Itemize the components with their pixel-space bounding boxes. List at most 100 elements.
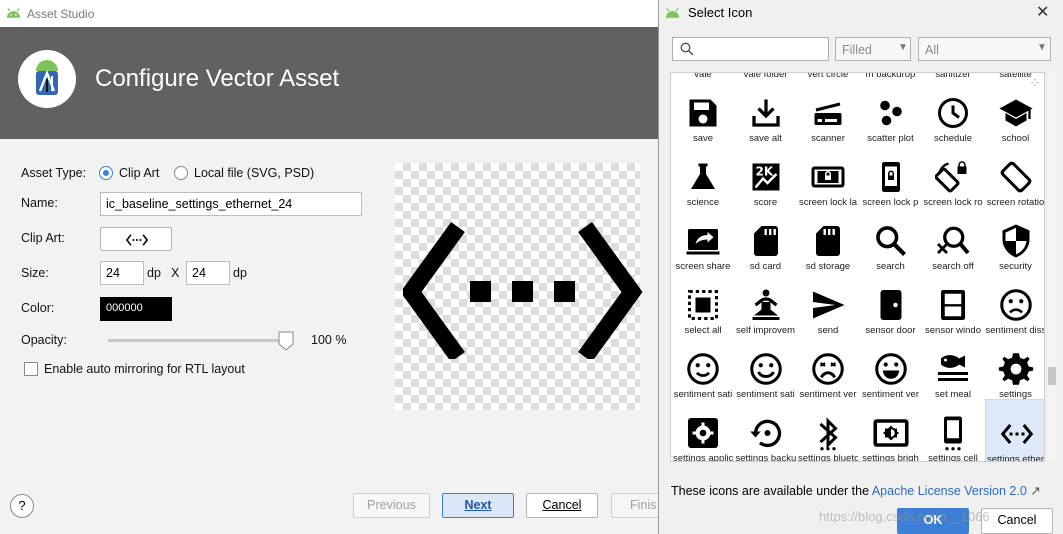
icon-grid-cell[interactable]: sensor door <box>860 271 922 336</box>
icon-grid-cell[interactable]: screen lock ro <box>922 143 984 208</box>
clip-art-radio-label[interactable]: Clip Art <box>119 166 159 180</box>
school-icon <box>999 99 1032 127</box>
icon-grid-cell[interactable]: send <box>797 271 859 336</box>
icon-grid-cell[interactable]: search off <box>922 207 984 272</box>
save-icon <box>689 99 717 127</box>
android-icon <box>665 7 680 18</box>
icon-grid-cell[interactable]: screen rotatio <box>985 143 1044 208</box>
license-text: These icons are available under the <box>671 484 870 498</box>
icon-grid-cell[interactable]: vert circle <box>797 73 859 80</box>
self-improvement-icon <box>752 289 779 320</box>
icon-grid-cell[interactable]: sentiment ver <box>797 335 859 400</box>
icon-grid-cell[interactable]: screen lock p <box>860 143 922 208</box>
style-dropdown-value: Filled <box>842 43 872 57</box>
sentiment-very-dissatisfied-icon <box>812 353 844 385</box>
icon-grid-cell[interactable]: sentiment diss <box>985 271 1044 336</box>
settings-bluetooth-icon <box>819 417 838 451</box>
local-file-radio-label[interactable]: Local file (SVG, PSD) <box>194 166 314 180</box>
icon-grid-cell[interactable]: sensor windo <box>922 271 984 336</box>
icon-grid-cell[interactable]: security <box>985 207 1045 272</box>
settings-ethernet-icon <box>403 222 643 359</box>
search-icon <box>875 226 906 256</box>
icon-grid-cell[interactable]: sd storage <box>797 207 859 272</box>
asset-studio-window: Asset Studio Configure Vector Asset Asse… <box>0 0 671 534</box>
icon-grid-scrollbar[interactable] <box>1048 72 1056 462</box>
window-title: Asset Studio <box>27 7 95 21</box>
icon-grid-cell[interactable]: sanitizer <box>922 73 984 80</box>
android-studio-logo <box>18 50 76 108</box>
opacity-slider-thumb[interactable] <box>278 331 294 351</box>
style-dropdown[interactable]: Filled ▼ <box>835 37 911 61</box>
icon-grid-cell[interactable]: save alt <box>735 79 797 144</box>
icon-grid-cell[interactable]: vale <box>672 73 734 80</box>
opacity-label: Opacity: <box>21 333 67 347</box>
icon-grid-cell[interactable]: 2K score <box>735 143 797 208</box>
icon-grid-cell[interactable]: vale folder <box>735 73 797 80</box>
scrollbar-thumb[interactable] <box>1048 367 1056 385</box>
icon-grid-cell[interactable]: screen share <box>672 207 734 272</box>
local-file-radio[interactable] <box>174 166 188 180</box>
icon-grid-cell[interactable]: settings cell <box>922 399 984 461</box>
icon-grid-cell[interactable]: settings backu <box>735 399 797 461</box>
close-icon[interactable]: ✕ <box>1036 2 1049 22</box>
license-link[interactable]: Apache License Version 2.0 <box>872 484 1027 498</box>
external-link-icon: ↗ <box>1030 484 1041 498</box>
name-input[interactable]: ic_baseline_settings_ethernet_24 <box>100 192 362 216</box>
previous-button[interactable]: Previous <box>353 493 430 518</box>
screen-lock-portrait-icon <box>881 162 900 192</box>
sd-card-icon <box>753 226 778 256</box>
dialog-cancel-button[interactable]: Cancel <box>981 508 1053 534</box>
icon-grid-cell[interactable]: sentiment sati <box>672 335 734 400</box>
color-swatch[interactable]: 000000 <box>100 297 172 321</box>
icon-grid-cell[interactable]: settings brigh <box>860 399 922 461</box>
icon-grid-cell[interactable]: screen lock la <box>797 143 859 208</box>
size-width-input[interactable]: 24 <box>100 261 144 285</box>
chevron-down-icon: ▼ <box>898 42 908 53</box>
icon-grid-cell[interactable]: save <box>672 79 734 144</box>
opacity-slider-track[interactable] <box>108 339 292 342</box>
icon-grid-cell[interactable]: sd card <box>735 207 797 272</box>
icon-grid-cell[interactable]: settings blueto <box>797 399 859 462</box>
search-input[interactable] <box>672 37 829 61</box>
category-dropdown[interactable]: All ▼ <box>918 37 1051 61</box>
cancel-button[interactable]: Cancel <box>526 493 598 518</box>
opacity-value: 100 % <box>311 333 347 347</box>
loading-spinner-icon: ⁘ <box>1029 75 1041 91</box>
science-icon <box>691 163 715 189</box>
icon-grid-cell[interactable]: sentiment ver <box>860 335 922 400</box>
next-button[interactable]: Next <box>442 493 514 518</box>
icon-grid-cell[interactable]: settings <box>985 335 1045 400</box>
icon-grid-cell[interactable]: m backdrop <box>860 73 922 80</box>
icon-caption: settings applic <box>673 453 733 462</box>
help-button[interactable]: ? <box>10 494 34 518</box>
footer-bar: ? Previous Next Cancel Finis <box>0 484 671 534</box>
settings-backup-restore-icon <box>749 419 781 448</box>
icon-grid: vale vale folder vert circle m backdrop sani… <box>670 72 1045 462</box>
icon-grid-cell[interactable]: scatter plot <box>860 79 922 144</box>
settings-icon <box>998 353 1033 385</box>
category-dropdown-value: All <box>925 43 939 57</box>
icon-grid-cell[interactable]: schedule <box>922 79 984 144</box>
icon-grid-cell[interactable]: self improvem <box>735 271 797 336</box>
auto-mirror-checkbox[interactable] <box>24 362 38 376</box>
icon-grid-cell[interactable]: settings applic <box>672 399 734 462</box>
icon-grid-cell[interactable]: sentiment sati <box>735 335 797 400</box>
size-height-input[interactable]: 24 <box>186 261 230 285</box>
clip-art-label: Clip Art: <box>21 231 65 245</box>
auto-mirror-label: Enable auto mirroring for RTL layout <box>44 362 245 376</box>
clip-art-button[interactable] <box>100 227 172 251</box>
icon-grid-cell[interactable]: set meal <box>922 335 984 400</box>
clip-art-radio[interactable] <box>99 166 113 180</box>
settings-brightness-icon <box>872 419 909 447</box>
header-banner: Configure Vector Asset <box>0 27 658 139</box>
icon-grid-cell[interactable]: scanner <box>797 79 859 144</box>
icon-caption: settings blueto <box>798 453 858 462</box>
page-title: Configure Vector Asset <box>95 65 340 92</box>
icon-grid-cell[interactable]: science <box>672 143 734 208</box>
icon-grid-cell[interactable]: select all <box>672 271 734 336</box>
icon-grid-cell[interactable]: settings ether <box>984 399 1044 461</box>
icon-grid-cell[interactable]: search <box>860 207 922 272</box>
security-icon <box>1002 224 1029 258</box>
dp-unit-height: dp <box>233 266 247 280</box>
sensor-door-icon <box>880 290 901 320</box>
